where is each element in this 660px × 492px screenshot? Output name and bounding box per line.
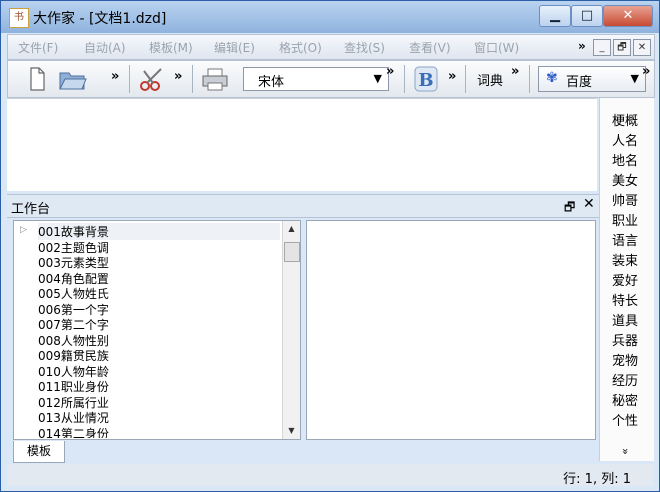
toolbar-separator xyxy=(404,65,405,93)
menu-auto[interactable]: 自动(A) xyxy=(84,39,126,56)
status-bar: 行: 1, 列: 1 xyxy=(7,464,653,487)
mdi-minimize-button[interactable]: _ xyxy=(593,39,611,56)
tree-item[interactable]: 014第二身份 xyxy=(38,425,109,438)
toolbar-overflow-4-icon[interactable]: » xyxy=(448,69,456,84)
toolbar-overflow-2-icon[interactable]: » xyxy=(174,69,182,84)
scrollbar-thumb[interactable] xyxy=(284,242,300,262)
side-item-synopsis[interactable]: 梗概 xyxy=(612,110,638,129)
title-bar[interactable]: 书 大作家 - [文档1.dzd] ▁ □ ✕ xyxy=(1,1,659,33)
workbench-title: 工作台 xyxy=(11,202,51,217)
side-panel-more-icon[interactable]: » xyxy=(619,448,632,455)
new-document-icon[interactable] xyxy=(28,65,46,93)
minimize-button[interactable]: ▁ xyxy=(539,5,571,27)
search-engine-select[interactable]: ✾ 百度 ▼ xyxy=(538,66,646,92)
side-item-specialty[interactable]: 特长 xyxy=(612,290,638,309)
menu-window[interactable]: 窗口(W) xyxy=(474,39,519,56)
close-button[interactable]: ✕ xyxy=(603,5,653,27)
toolbar-separator xyxy=(192,65,193,93)
window-title: 大作家 - [文档1.dzd] xyxy=(33,11,167,27)
restore-icon[interactable]: 🗗 xyxy=(564,198,575,219)
scroll-down-icon[interactable]: ▼ xyxy=(283,423,300,439)
cursor-position: 行: 1, 列: 1 xyxy=(563,472,631,487)
side-item-person-name[interactable]: 人名 xyxy=(612,130,638,149)
close-icon[interactable]: ✕ xyxy=(583,196,595,212)
toolbar-overflow-1-icon[interactable]: » xyxy=(111,69,119,84)
toolbar-overflow-5-icon[interactable]: » xyxy=(511,64,519,79)
menu-bar: 文件(F) 自动(A) 模板(M) 编辑(E) 格式(O) 查找(S) 查看(V… xyxy=(7,34,655,60)
tree-item[interactable]: 004角色配置 xyxy=(38,270,109,287)
open-folder-icon[interactable] xyxy=(58,65,88,93)
search-engine-value: 百度 xyxy=(566,75,593,90)
tree-item[interactable]: 001故事背景 xyxy=(38,223,280,240)
side-item-weapons[interactable]: 兵器 xyxy=(612,330,638,349)
svg-text:B: B xyxy=(418,70,433,91)
font-name-value: 宋体 xyxy=(258,75,285,90)
template-detail-pane[interactable] xyxy=(306,220,596,440)
menu-overflow-icon[interactable]: » xyxy=(578,39,586,53)
side-item-attire[interactable]: 装束 xyxy=(612,250,638,269)
toolbar: » » 宋体 ▼ » B » 词典 » ✾ 百度 ▼ » xyxy=(7,60,655,98)
tree-item[interactable]: 013从业情况 xyxy=(38,409,109,426)
tree-item[interactable]: 009籍贯民族 xyxy=(38,347,109,364)
template-tree: ▷ 001故事背景 002主题色调 003元素类型 004角色配置 005人物姓… xyxy=(13,220,301,440)
tree-item[interactable]: 002主题色调 xyxy=(38,239,109,256)
side-item-hobby[interactable]: 爱好 xyxy=(612,270,638,289)
paw-icon: ✾ xyxy=(546,70,558,86)
side-item-handsome[interactable]: 帅哥 xyxy=(612,190,638,209)
app-logo-icon: 书 xyxy=(9,8,29,28)
side-panel: 梗概 人名 地名 美女 帅哥 职业 语言 装束 爱好 特长 道具 兵器 宠物 经… xyxy=(599,98,654,461)
tree-item[interactable]: 003元素类型 xyxy=(38,254,109,271)
menu-file[interactable]: 文件(F) xyxy=(18,39,58,56)
mdi-close-button[interactable]: ✕ xyxy=(633,39,651,56)
toolbar-separator xyxy=(129,65,130,93)
side-item-beauty[interactable]: 美女 xyxy=(612,170,638,189)
dictionary-button[interactable]: 词典 xyxy=(477,70,503,89)
side-item-pets[interactable]: 宠物 xyxy=(612,350,638,369)
document-editor[interactable] xyxy=(7,98,597,191)
font-name-select[interactable]: 宋体 ▼ xyxy=(243,67,389,91)
maximize-button[interactable]: □ xyxy=(571,5,603,27)
menu-edit[interactable]: 编辑(E) xyxy=(214,39,255,56)
vertical-scrollbar[interactable]: ▲ ▼ xyxy=(282,221,300,439)
tree-item[interactable]: 008人物性别 xyxy=(38,332,109,349)
expand-arrow-icon[interactable]: ▷ xyxy=(20,225,27,235)
bold-icon[interactable]: B xyxy=(413,65,439,93)
tree-item[interactable]: 005人物姓氏 xyxy=(38,285,109,302)
tree-item[interactable]: 010人物年龄 xyxy=(38,363,109,380)
menu-find[interactable]: 查找(S) xyxy=(344,39,385,56)
toolbar-overflow-6-icon[interactable]: » xyxy=(642,64,650,79)
tree-item[interactable]: 012所属行业 xyxy=(38,394,109,411)
tree-item[interactable]: 006第一个字 xyxy=(38,301,109,318)
menu-format[interactable]: 格式(O) xyxy=(279,39,322,56)
scroll-up-icon[interactable]: ▲ xyxy=(283,221,300,237)
tree-item[interactable]: 007第二个字 xyxy=(38,316,109,333)
side-item-place-name[interactable]: 地名 xyxy=(612,150,638,169)
printer-icon[interactable] xyxy=(200,65,230,93)
side-item-experience[interactable]: 经历 xyxy=(612,370,638,389)
side-item-props[interactable]: 道具 xyxy=(612,310,638,329)
side-item-personality[interactable]: 个性 xyxy=(612,410,638,429)
side-item-language[interactable]: 语言 xyxy=(612,230,638,249)
chevron-down-icon: ▼ xyxy=(373,72,382,85)
mdi-restore-button[interactable]: 🗗 xyxy=(613,39,631,56)
toolbar-overflow-3-icon[interactable]: » xyxy=(386,64,394,79)
toolbar-separator xyxy=(465,65,466,93)
workbench-header: 工作台 🗗 ✕ xyxy=(7,194,599,218)
tree-item[interactable]: 011职业身份 xyxy=(38,378,109,395)
chevron-down-icon: ▼ xyxy=(630,72,639,85)
side-item-occupation[interactable]: 职业 xyxy=(612,210,638,229)
app-window: 书 大作家 - [文档1.dzd] ▁ □ ✕ 文件(F) 自动(A) 模板(M… xyxy=(0,0,660,492)
toolbar-separator xyxy=(529,65,530,93)
scissors-icon[interactable] xyxy=(138,65,168,93)
menu-view[interactable]: 查看(V) xyxy=(409,39,451,56)
menu-template[interactable]: 模板(M) xyxy=(149,39,193,56)
side-item-secret[interactable]: 秘密 xyxy=(612,390,638,409)
tab-template[interactable]: 模板 xyxy=(13,441,65,463)
